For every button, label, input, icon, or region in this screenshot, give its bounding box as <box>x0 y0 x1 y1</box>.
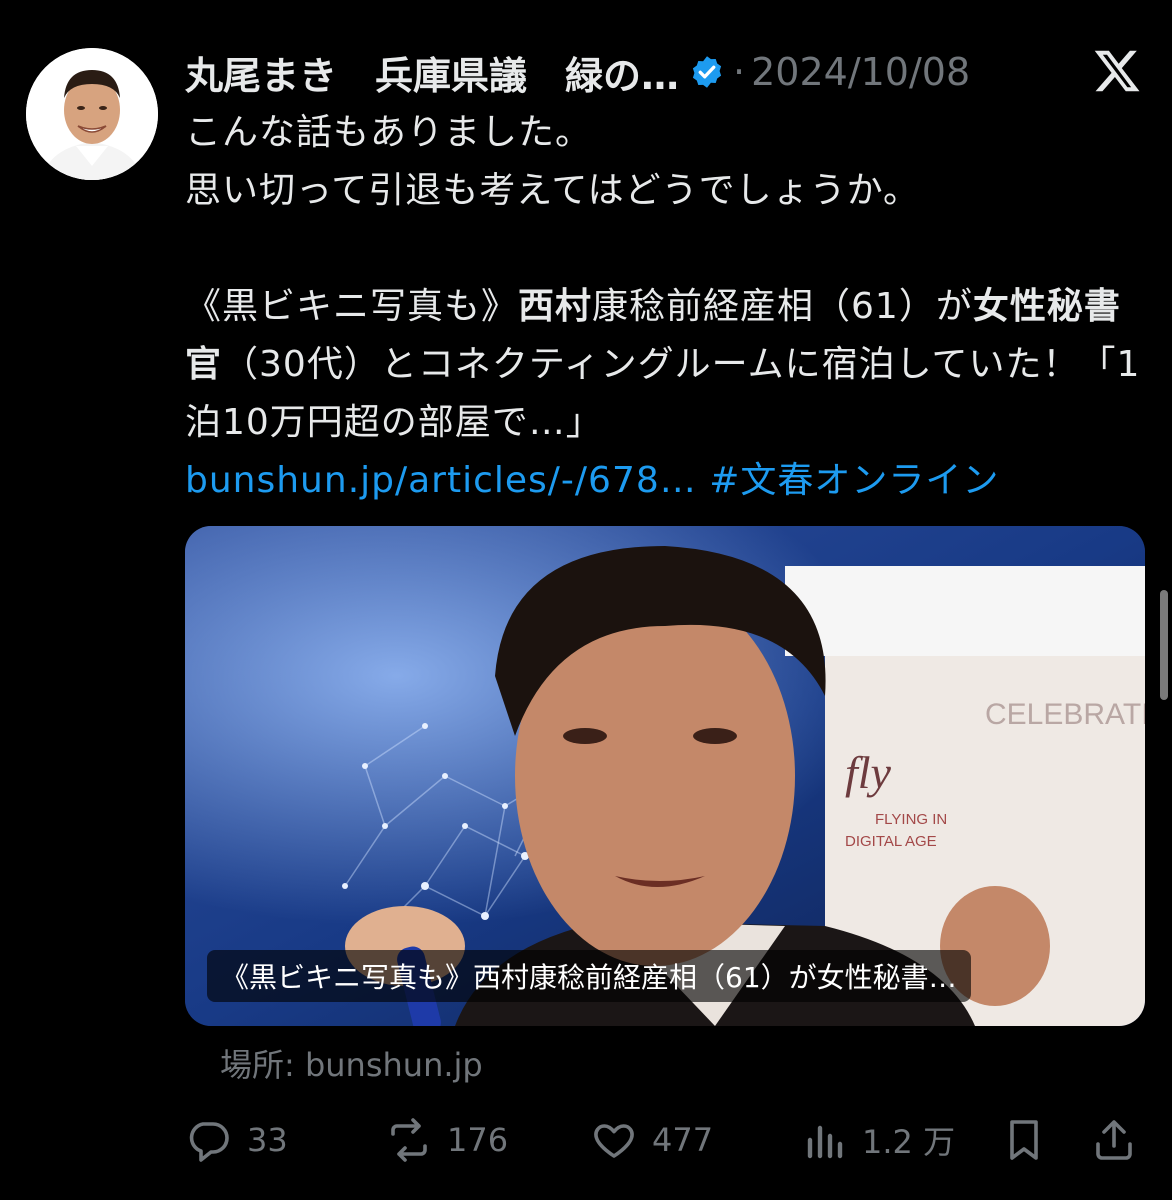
backdrop-sub3: DIGITAL AGE <box>845 833 937 850</box>
backdrop-text: CELEBRATING <box>985 698 1145 731</box>
tweet-links: bunshun.jp/articles/-/678… #文春オンライン <box>185 452 1145 510</box>
bookmark-button[interactable] <box>1000 1110 1062 1170</box>
reply-icon <box>189 1122 229 1162</box>
verified-badge-icon <box>692 56 722 88</box>
backdrop-sub1: fly <box>845 747 892 798</box>
action-bar: 33 176 477 1.2 万 <box>185 1110 1145 1170</box>
reply-count: 33 <box>247 1121 288 1159</box>
repost-icon <box>391 1118 427 1162</box>
like-icon <box>594 1124 634 1158</box>
share-button[interactable] <box>1090 1110 1152 1170</box>
card-source[interactable]: 場所: bunshun.jp <box>220 1040 483 1086</box>
header-separator: · <box>733 50 746 94</box>
headline-open: 《黒ビキニ写真も》 <box>185 286 519 327</box>
tweet-header: 丸尾まき 兵庫県議 緑の… · 2024/10/08 <box>185 44 1152 100</box>
article-link[interactable]: bunshun.jp/articles/-/678… <box>185 460 697 501</box>
tweet: 丸尾まき 兵庫県議 緑の… · 2024/10/08 こんな話もありました。 思… <box>0 0 1172 1200</box>
tweet-headline: 《黒ビキニ写真も》西村康稔前経産相（61）が女性秘書官（30代）とコネクティング… <box>185 278 1145 452</box>
tweet-body: こんな話もありました。 思い切って引退も考えてはどうでしょうか。 《黒ビキニ写真… <box>185 104 1145 510</box>
hashtag-link[interactable]: #文春オンライン <box>709 460 999 501</box>
avatar[interactable] <box>26 48 158 180</box>
card-caption: 《黒ビキニ写真も》西村康稔前経産相（61）が女性秘書… <box>207 950 971 1002</box>
repost-button[interactable]: 176 <box>385 1110 508 1170</box>
x-logo-icon[interactable] <box>1092 46 1142 96</box>
tweet-line: 思い切って引退も考えてはどうでしょうか。 <box>185 170 920 211</box>
tweet-date[interactable]: 2024/10/08 <box>751 50 970 94</box>
share-icon <box>1096 1120 1132 1160</box>
repost-count: 176 <box>447 1121 509 1159</box>
reply-button[interactable]: 33 <box>185 1110 288 1170</box>
backdrop-sub2: FLYING IN <box>875 811 947 828</box>
scrollbar[interactable] <box>1160 590 1168 700</box>
like-count: 477 <box>652 1121 714 1159</box>
views-count: 1.2 万 <box>862 1123 956 1161</box>
tweet-line: こんな話もありました。 <box>185 112 593 153</box>
headline-mid: 康稔前経産相（61）が <box>592 286 973 327</box>
bookmark-icon <box>1010 1120 1038 1160</box>
views-icon <box>807 1125 843 1159</box>
like-button[interactable]: 477 <box>590 1110 713 1170</box>
headline-name: 西村 <box>518 286 593 327</box>
views-button[interactable]: 1.2 万 <box>800 1110 955 1170</box>
author-name[interactable]: 丸尾まき 兵庫県議 緑の… <box>185 45 679 100</box>
avatar-photo <box>26 48 158 180</box>
headline-rest: （30代）とコネクティングルームに宿泊していた！「1泊10万円超の部屋で…」 <box>185 344 1141 443</box>
link-card[interactable]: CELEBRATING fly FLYING IN DIGITAL AGE 《黒… <box>185 526 1145 1026</box>
